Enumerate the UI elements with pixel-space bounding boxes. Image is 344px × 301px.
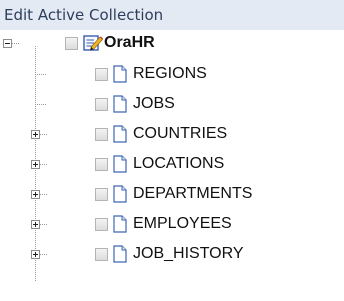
item-checkbox[interactable]: [95, 128, 108, 141]
panel-title: Edit Active Collection: [0, 0, 344, 30]
document-icon: [113, 155, 127, 173]
tree-item-label: LOCATIONS: [133, 155, 225, 172]
document-icon: [113, 65, 127, 83]
document-icon: [113, 95, 127, 113]
tree-item-label: EMPLOYEES: [133, 215, 232, 232]
item-checkbox[interactable]: [95, 158, 108, 171]
tree-item[interactable]: REGIONS: [0, 60, 340, 90]
document-icon: [113, 185, 127, 203]
edit-collection-icon: [83, 35, 103, 51]
tree-root-row[interactable]: OraHR: [0, 30, 340, 60]
item-checkbox[interactable]: [95, 68, 108, 81]
tree-connector: [35, 74, 47, 75]
tree-connector: [40, 164, 47, 165]
collection-panel: Edit Active Collection OraHR REGIONS JOB…: [0, 0, 344, 301]
tree-root-label: OraHR: [104, 34, 155, 51]
tree-connector: [40, 224, 47, 225]
item-checkbox[interactable]: [95, 218, 108, 231]
tree-item-label: DEPARTMENTS: [133, 185, 253, 202]
document-icon: [113, 125, 127, 143]
item-checkbox[interactable]: [95, 188, 108, 201]
tree-item[interactable]: EMPLOYEES: [0, 210, 340, 240]
expand-icon[interactable]: [31, 130, 40, 139]
tree-connector: [12, 43, 20, 44]
expand-icon[interactable]: [31, 160, 40, 169]
expand-icon[interactable]: [31, 220, 40, 229]
tree-connector: [40, 194, 47, 195]
tree-item[interactable]: JOB_HISTORY: [0, 240, 340, 270]
expand-icon[interactable]: [31, 250, 40, 259]
tree-item[interactable]: JOBS: [0, 90, 340, 120]
tree-item-label: JOB_HISTORY: [133, 245, 244, 262]
tree-connector: [40, 254, 47, 255]
tree-connector: [35, 104, 47, 105]
item-checkbox[interactable]: [95, 248, 108, 261]
tree-item-label: COUNTRIES: [133, 125, 228, 142]
root-checkbox[interactable]: [65, 37, 78, 50]
tree-connector: [40, 134, 47, 135]
collapse-icon[interactable]: [3, 39, 12, 48]
collection-tree: OraHR REGIONS JOBS COUNTRIES LOCATIONS D…: [0, 30, 344, 301]
expand-icon[interactable]: [31, 190, 40, 199]
tree-item[interactable]: COUNTRIES: [0, 120, 340, 150]
document-icon: [113, 245, 127, 263]
item-checkbox[interactable]: [95, 98, 108, 111]
tree-item-label: JOBS: [133, 95, 175, 112]
tree-item[interactable]: LOCATIONS: [0, 150, 340, 180]
tree-item-label: REGIONS: [133, 65, 207, 82]
tree-item[interactable]: DEPARTMENTS: [0, 180, 340, 210]
document-icon: [113, 215, 127, 233]
